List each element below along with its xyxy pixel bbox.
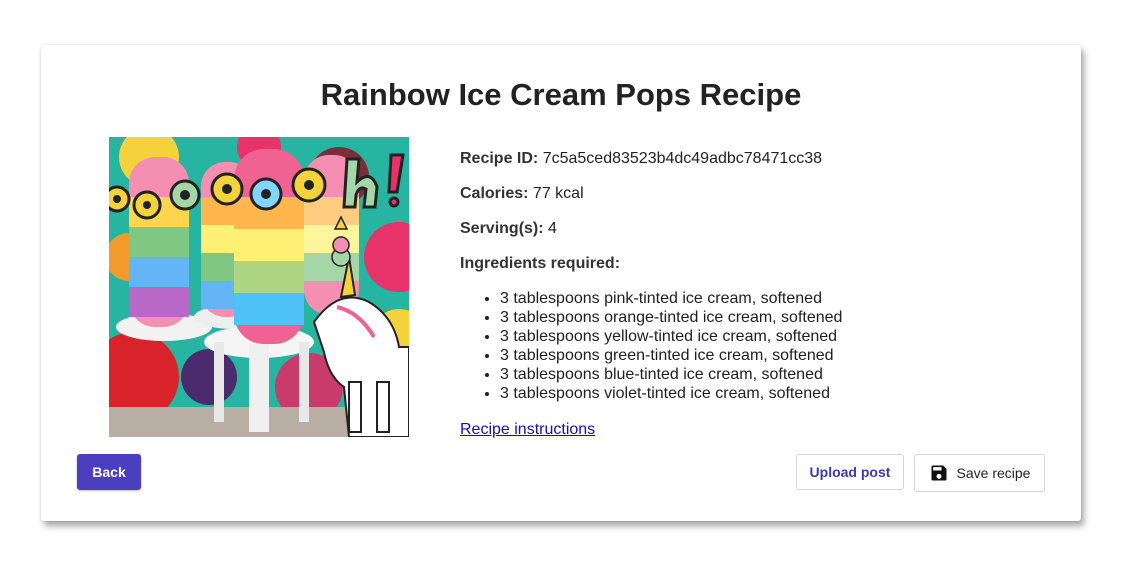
recipe-card: Rainbow Ice Cream Pops Recipe Recipe ID:… [41, 45, 1081, 521]
calories-value: 77 kcal [532, 185, 584, 202]
list-item: 3 tablespoons blue-tinted ice cream, sof… [500, 365, 1060, 384]
save-recipe-label: Save recipe [956, 465, 1031, 481]
upload-post-button[interactable]: Upload post [796, 454, 904, 490]
recipe-instructions-link[interactable]: Recipe instructions [460, 421, 595, 439]
recipe-id-label: Recipe ID: [460, 150, 539, 167]
list-item: 3 tablespoons yellow-tinted ice cream, s… [500, 327, 1060, 346]
calories-line: Calories: 77 kcal [460, 184, 1060, 204]
calories-label: Calories: [460, 185, 529, 202]
recipe-image [109, 137, 409, 437]
servings-label: Serving(s): [460, 220, 544, 237]
ingredients-label: Ingredients required: [460, 255, 621, 272]
list-item: 3 tablespoons pink-tinted ice cream, sof… [500, 289, 1060, 308]
servings-value: 4 [548, 220, 557, 237]
recipe-details: Recipe ID: 7c5a5ced83523b4dc49adbc78471c… [460, 149, 1060, 403]
save-recipe-button[interactable]: Save recipe [914, 454, 1045, 492]
recipe-id-line: Recipe ID: 7c5a5ced83523b4dc49adbc78471c… [460, 149, 1060, 169]
floppy-disk-icon [929, 463, 949, 483]
ingredients-list: 3 tablespoons pink-tinted ice cream, sof… [460, 289, 1060, 403]
servings-line: Serving(s): 4 [460, 219, 1060, 239]
recipe-id-value: 7c5a5ced83523b4dc49adbc78471cc38 [542, 150, 823, 167]
list-item: 3 tablespoons orange-tinted ice cream, s… [500, 308, 1060, 327]
list-item: 3 tablespoons violet-tinted ice cream, s… [500, 384, 1060, 403]
back-button[interactable]: Back [77, 454, 141, 490]
list-item: 3 tablespoons green-tinted ice cream, so… [500, 346, 1060, 365]
page-title: Rainbow Ice Cream Pops Recipe [320, 77, 802, 112]
ingredients-heading: Ingredients required: [460, 254, 1060, 274]
